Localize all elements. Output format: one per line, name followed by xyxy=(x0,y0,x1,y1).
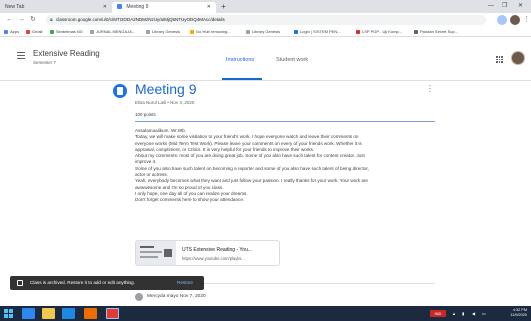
archive-icon xyxy=(17,280,23,286)
comment-author: Mercyda mayo Nov 7, 2020 xyxy=(147,294,206,299)
restore-button[interactable]: Restore xyxy=(177,276,193,290)
tab-title: Meeting 9 xyxy=(126,4,149,10)
windows-taskbar: IND ▲ ▮ ◀ ▭ 4:32 PM 11/9/2020 xyxy=(0,306,531,321)
bookmark-icon xyxy=(356,29,360,34)
more-options-icon[interactable]: ⋮ xyxy=(426,85,434,93)
profile-icon[interactable] xyxy=(510,15,520,25)
bookmark-pandan[interactable]: Pandan Secret Sup... xyxy=(414,28,458,36)
tab-student-work[interactable]: Student work xyxy=(276,57,308,63)
assignment-instructions: Assalamualikum. Wr.Wb. Today, we will ma… xyxy=(135,128,425,204)
forward-arrow-icon[interactable]: → xyxy=(18,14,25,26)
attachment-url: https://www.youtube.com/playlis... xyxy=(182,256,245,261)
browser-tab-new-tab[interactable]: New Tab ✕ xyxy=(0,2,112,13)
classroom-favicon-icon xyxy=(117,4,122,10)
bookmark-icon xyxy=(190,29,194,34)
class-title[interactable]: Extensive Reading xyxy=(33,49,100,58)
url-text: classroom.google.com/u/0/c/MTI3ODA2NDMzN… xyxy=(56,17,225,22)
system-clock[interactable]: 4:32 PM 11/9/2020 xyxy=(503,308,527,318)
network-icon[interactable]: ▮ xyxy=(462,309,464,318)
menu-dots-icon[interactable]: ⋮ xyxy=(523,14,530,26)
main-menu-icon[interactable] xyxy=(17,52,25,61)
class-section: Semester 7 xyxy=(33,60,57,65)
attachment-title: UTS Extensive Reading - You... xyxy=(182,247,253,253)
browser-tab-meeting[interactable]: Meeting 9 ✕ xyxy=(112,2,216,13)
snackbar-message: Class is archived. Restore it to add or … xyxy=(30,280,135,285)
google-apps-icon[interactable] xyxy=(496,56,503,63)
youtube-attachment-card[interactable]: UTS Extensive Reading - You... https://w… xyxy=(135,240,280,266)
bookmark-icon xyxy=(50,29,54,34)
bookmark-library-genesis-2[interactable]: Library Genesis xyxy=(246,28,280,36)
close-icon[interactable]: ✕ xyxy=(207,2,211,13)
account-avatar[interactable] xyxy=(511,51,525,65)
close-icon[interactable]: ✕ xyxy=(103,2,107,13)
lock-icon[interactable]: 🔒︎ xyxy=(50,16,53,24)
bookmark-simbelmas[interactable]: Simbelmas NG xyxy=(50,28,83,36)
assignment-icon xyxy=(113,84,127,98)
new-tab-plus-icon[interactable]: + xyxy=(221,1,226,12)
chrome-icon[interactable] xyxy=(106,308,119,319)
bookmark-login-sistem[interactable]: Login | SISTEM PEN... xyxy=(294,28,341,36)
instruction-line: Don't forget comments here to show your … xyxy=(135,197,245,203)
volume-icon[interactable]: ◀ xyxy=(472,309,475,318)
minimize-icon[interactable]: — xyxy=(488,1,494,12)
tab-title: New Tab xyxy=(5,4,25,10)
battery-icon[interactable]: ▭ xyxy=(482,309,486,318)
classroom-header: Extensive Reading Semester 7 Instruction… xyxy=(0,37,531,81)
bookmark-icon xyxy=(294,29,298,34)
attachment-thumbnail xyxy=(136,241,176,265)
tab-instructions[interactable]: Instructions xyxy=(226,57,254,63)
browser-tab-strip: New Tab ✕ Meeting 9 ✕ + — ❐ ✕ xyxy=(0,0,531,13)
media-player-icon[interactable] xyxy=(84,308,97,319)
bookmark-jurnal[interactable]: JURNAL MENGAJA... xyxy=(90,28,135,36)
tray-up-arrow-icon[interactable]: ▲ xyxy=(452,309,456,318)
folder-icon[interactable] xyxy=(42,308,55,319)
assignment-points: 100 points xyxy=(135,112,156,117)
apps-icon xyxy=(4,29,8,34)
active-tab-indicator xyxy=(222,78,262,80)
windows-start-icon[interactable] xyxy=(4,309,14,318)
window-close-icon[interactable]: ✕ xyxy=(518,1,523,12)
bookmark-icon xyxy=(246,29,250,34)
language-indicator[interactable]: IND xyxy=(430,310,446,317)
address-bar[interactable]: classroom.google.com/u/0/c/MTI3ODA2NDMzN… xyxy=(46,15,486,25)
archived-snackbar: Class is archived. Restore it to add or … xyxy=(10,276,204,290)
browser-toolbar: ← → ↻ classroom.google.com/u/0/c/MTI3ODA… xyxy=(0,13,531,27)
comment-avatar xyxy=(135,293,143,301)
assignment-title: Meeting 9 xyxy=(135,81,197,97)
title-divider xyxy=(135,121,435,122)
file-explorer-icon[interactable] xyxy=(22,308,35,319)
gmail-icon xyxy=(26,29,30,34)
extension-icon[interactable] xyxy=(497,15,507,25)
back-arrow-icon[interactable]: ← xyxy=(6,14,13,26)
bookmark-go-hub[interactable]: Go Hub removing... xyxy=(190,28,231,36)
bookmarks-bar: Apps Gmail Simbelmas NG JURNAL MENGAJA..… xyxy=(0,27,531,37)
maximize-icon[interactable]: ❐ xyxy=(502,1,507,12)
internet-explorer-icon[interactable] xyxy=(62,308,75,319)
clock-date: 11/9/2020 xyxy=(510,313,527,317)
bookmark-icon xyxy=(414,29,418,34)
bookmark-apps[interactable]: Apps xyxy=(4,28,19,36)
bookmark-gmail[interactable]: Gmail xyxy=(26,28,42,36)
assignment-meta: Elisa Nurul Laili • Nov 4, 2020 xyxy=(135,100,195,105)
bookmark-library-genesis-1[interactable]: Library Genesis xyxy=(146,28,180,36)
reload-icon[interactable]: ↻ xyxy=(30,14,36,26)
bookmark-lsp-pgp[interactable]: LSP PGP - Uji Komp... xyxy=(356,28,402,36)
bookmark-icon xyxy=(146,29,150,34)
bookmark-icon xyxy=(90,29,94,34)
